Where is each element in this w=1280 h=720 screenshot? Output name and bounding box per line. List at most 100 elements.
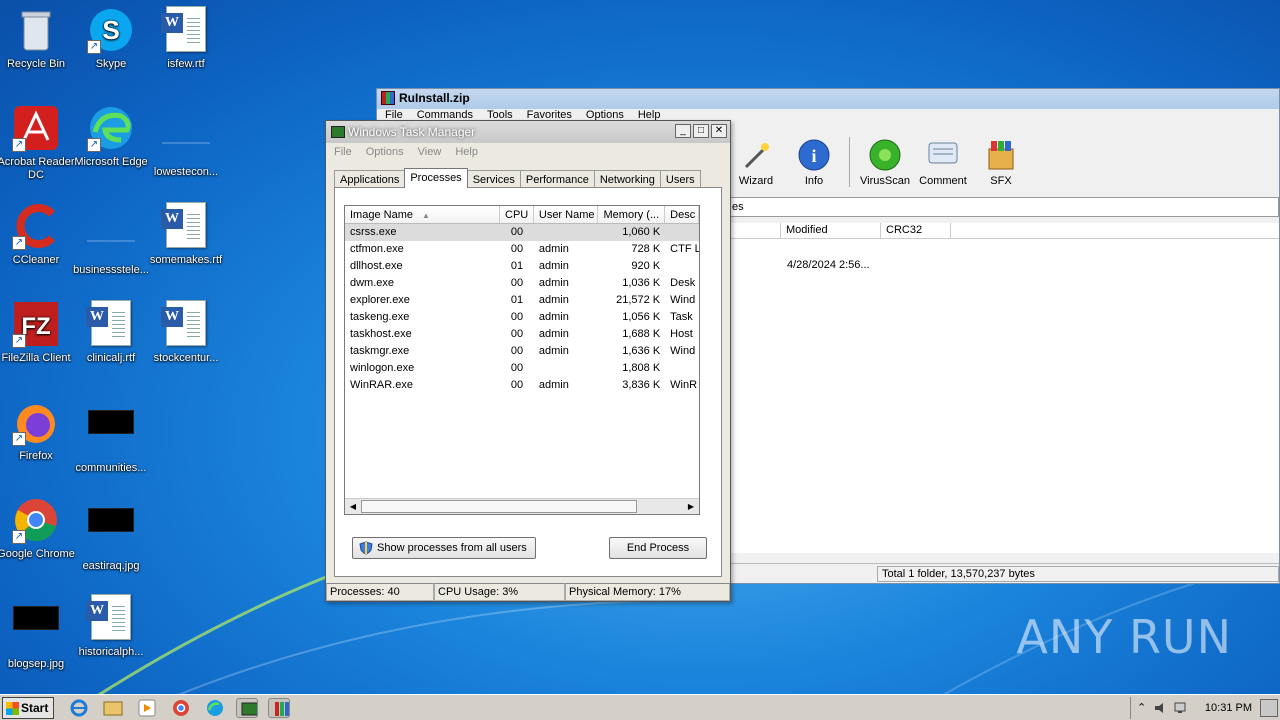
task-manager-taskbar-icon[interactable] [236, 698, 258, 718]
desktop-icon-skype[interactable]: S ↗ Skype [71, 6, 151, 71]
tab-users[interactable]: Users [659, 170, 701, 188]
desktop-icon-label: Microsoft Edge [74, 156, 148, 168]
scroll-left-icon[interactable]: ◀ [346, 500, 360, 513]
image-thumbnail-icon [88, 410, 134, 434]
process-image-name: dllhost.exe [350, 260, 403, 272]
edge-taskbar-icon[interactable] [204, 698, 226, 718]
column-description[interactable]: Desc [665, 206, 699, 223]
process-row[interactable]: taskmgr.exe 00 admin 1,636 K Wind [345, 343, 699, 360]
desktop-icon-label: CCleaner [12, 254, 60, 266]
desktop-icon-label: Skype [95, 58, 127, 70]
end-process-button[interactable]: End Process [609, 537, 707, 559]
minimize-button[interactable]: _ [675, 124, 691, 138]
tm-menu-options[interactable]: Options [366, 146, 404, 158]
winrar-address-bar[interactable]: es [727, 197, 1279, 217]
desktop-icon-blogsep[interactable]: blogsep.jpg [0, 594, 76, 671]
column-crc32[interactable]: CRC32 [881, 223, 951, 238]
desktop-icon-filezilla[interactable]: FZ ↗ FileZilla Client [0, 300, 76, 365]
process-memory: 3,836 K [622, 379, 661, 391]
network-icon[interactable] [1173, 701, 1189, 715]
desktop-icon-firefox[interactable]: ↗ Firefox [0, 398, 76, 463]
scrollbar-thumb[interactable] [361, 500, 637, 513]
virusscan-button[interactable]: VirusScan [856, 135, 914, 187]
explorer-taskbar-icon[interactable] [102, 698, 124, 718]
word-document-icon: W [161, 202, 206, 248]
show-hidden-icons[interactable]: ⌃ [1137, 701, 1146, 714]
desktop-icon-ccleaner[interactable]: ↗ CCleaner [0, 202, 76, 267]
chrome-taskbar-icon[interactable] [170, 698, 192, 718]
process-memory: 728 K [631, 243, 661, 255]
desktop-icon-eastiraq[interactable]: eastiraq.jpg [71, 496, 151, 573]
desktop-icon-recycle-bin[interactable]: Recycle Bin [0, 6, 76, 71]
comment-button[interactable]: Comment [914, 135, 972, 187]
process-memory: 1,688 K [622, 328, 661, 340]
process-image-name: explorer.exe [350, 294, 410, 306]
tab-performance[interactable]: Performance [519, 170, 595, 188]
tm-menu-help[interactable]: Help [455, 146, 478, 158]
desktop-icon-historicalph[interactable]: W historicalph... [71, 594, 151, 659]
scroll-right-icon[interactable]: ▶ [684, 500, 698, 513]
winrar-titlebar[interactable]: RuInstall.zip [377, 89, 1279, 109]
process-row[interactable]: csrss.exe 00 1,060 K [345, 224, 699, 241]
close-button[interactable]: ✕ [711, 124, 727, 138]
desktop-icon-lowestecon[interactable]: lowestecon... [146, 104, 226, 179]
show-all-processes-button[interactable]: Show processes from all users [352, 537, 536, 559]
column-user-name[interactable]: User Name [534, 206, 598, 223]
winrar-file-list[interactable] [727, 239, 1279, 553]
tab-services[interactable]: Services [466, 170, 521, 188]
process-cpu: 00 [510, 226, 524, 238]
shortcut-arrow-icon: ↗ [87, 138, 101, 152]
anyrun-watermark: ANY RUN [1016, 610, 1232, 664]
process-row[interactable]: WinRAR.exe 00 admin 3,836 K WinR [345, 377, 699, 394]
winrar-taskbar-icon[interactable] [268, 698, 290, 718]
process-cpu: 00 [510, 345, 524, 357]
process-row[interactable]: winlogon.exe 00 1,808 K [345, 360, 699, 377]
process-image-name: dwm.exe [350, 277, 395, 289]
desktop-icon-communities[interactable]: communities... [71, 398, 151, 475]
column-cpu[interactable]: CPU [500, 206, 534, 223]
volume-icon[interactable] [1153, 701, 1169, 715]
desktop-icon-edge[interactable]: ↗ Microsoft Edge [71, 104, 151, 169]
desktop-icon-stockcentur[interactable]: W stockcentur... [146, 300, 226, 365]
ie-taskbar-icon[interactable] [68, 698, 90, 718]
process-row[interactable]: taskeng.exe 00 admin 1,056 K Task [345, 309, 699, 326]
column-memory[interactable]: Memory (... [598, 206, 666, 223]
column-modified[interactable]: Modified [781, 223, 881, 238]
horizontal-scrollbar[interactable]: ◀ ▶ [345, 498, 699, 514]
wizard-button[interactable]: Wizard [727, 135, 785, 187]
desktop-icon-businessstele[interactable]: businessstele... [71, 202, 151, 277]
show-desktop-button[interactable] [1260, 699, 1278, 717]
process-cpu: 00 [510, 379, 524, 391]
maximize-button[interactable]: □ [693, 124, 709, 138]
process-list[interactable]: Image Name ▲ CPU User Name Memory (... D… [344, 205, 700, 515]
desktop-icon-isfew[interactable]: W isfew.rtf [146, 6, 226, 71]
tab-processes[interactable]: Processes [404, 168, 468, 188]
info-button[interactable]: i Info [785, 135, 843, 187]
shortcut-arrow-icon: ↗ [87, 40, 101, 54]
media-player-taskbar-icon[interactable] [136, 698, 158, 718]
column-image-name[interactable]: Image Name ▲ [345, 206, 501, 223]
process-row[interactable]: dllhost.exe 01 admin 920 K [345, 258, 699, 275]
process-row[interactable]: dwm.exe 00 admin 1,036 K Desk [345, 275, 699, 292]
process-description: Wind [670, 294, 696, 306]
task-manager-titlebar[interactable]: Windows Task Manager _ □ ✕ [326, 121, 730, 143]
process-memory: 1,036 K [622, 277, 661, 289]
desktop-icon-chrome[interactable]: ↗ Google Chrome [0, 496, 76, 561]
sfx-button[interactable]: SFX [972, 135, 1030, 187]
tab-networking[interactable]: Networking [593, 170, 661, 188]
tray-clock[interactable]: 10:31 PM [1205, 702, 1252, 714]
process-row[interactable]: explorer.exe 01 admin 21,572 K Wind [345, 292, 699, 309]
process-row[interactable]: ctfmon.exe 00 admin 728 K CTF L [345, 241, 699, 258]
desktop-icon-clinicalj[interactable]: W clinicalj.rtf [71, 300, 151, 365]
start-button[interactable]: Start [2, 697, 54, 719]
process-memory: 21,572 K [616, 294, 661, 306]
tab-applications[interactable]: Applications [334, 170, 406, 188]
task-manager-window[interactable]: Windows Task Manager _ □ ✕ File Options … [325, 120, 731, 602]
desktop-icon-acrobat[interactable]: ↗ Acrobat Reader DC [0, 104, 76, 182]
process-row[interactable]: taskhost.exe 00 admin 1,688 K Host [345, 326, 699, 343]
tm-menu-file[interactable]: File [334, 146, 352, 158]
desktop-icon-somemakes[interactable]: W somemakes.rtf [146, 202, 226, 267]
process-cpu: 00 [510, 311, 524, 323]
tm-menu-view[interactable]: View [418, 146, 442, 158]
virusscan-label: VirusScan [860, 175, 910, 187]
